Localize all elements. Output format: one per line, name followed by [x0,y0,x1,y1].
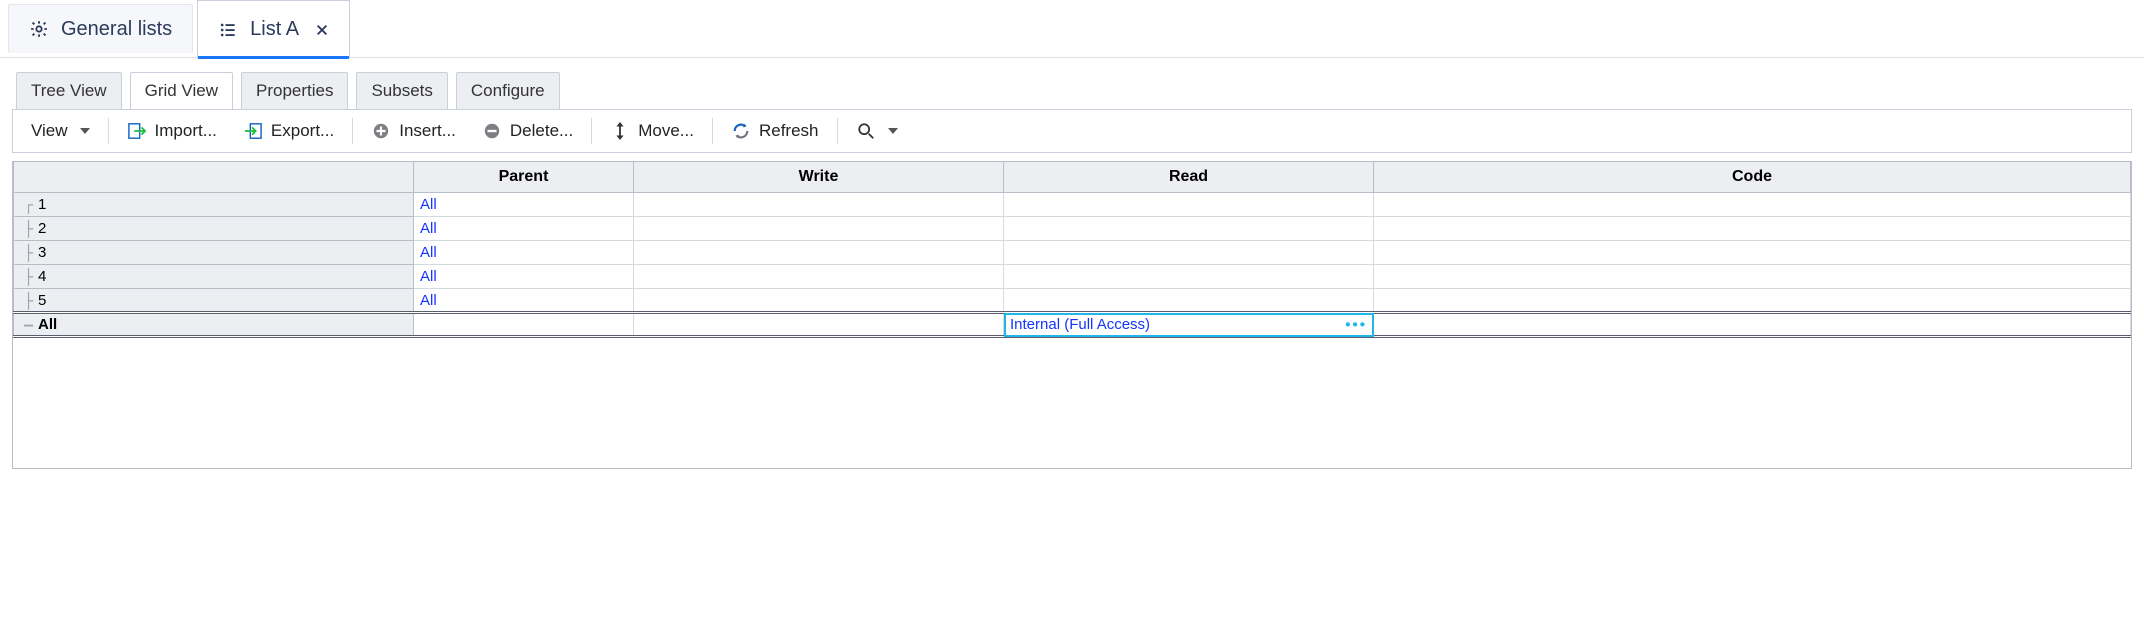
file-tab-general-lists[interactable]: General lists [8,4,193,53]
import-icon [127,121,147,141]
chevron-down-icon [888,128,898,134]
gear-icon [29,19,49,39]
grid-empty-area [13,338,2131,468]
cell-parent[interactable]: All [414,265,634,289]
cell-write[interactable] [634,289,1004,313]
separator [712,118,713,144]
col-write[interactable]: Write [634,162,1004,193]
chevron-down-icon [80,128,90,134]
view-menu[interactable]: View [21,117,100,145]
export-icon [243,121,263,141]
file-tab-list-a[interactable]: List A [197,0,350,58]
grid: Parent Write Read Code ┌1 All ├2 All [12,161,2132,469]
cell-code[interactable] [1374,265,2131,289]
cell-read[interactable] [1004,265,1374,289]
grid-row: ├3 All [14,241,2131,265]
tab-properties[interactable]: Properties [241,72,348,109]
cell-code[interactable] [1374,193,2131,217]
row-name[interactable]: ┌1 [14,193,414,217]
cell-code[interactable] [1374,289,2131,313]
row-name[interactable]: ├3 [14,241,414,265]
move-label: Move... [638,121,694,141]
cell-write[interactable] [634,193,1004,217]
cell-parent[interactable]: All [414,193,634,217]
tree-branch-icon: ├ [24,268,33,286]
minus-circle-icon [482,121,502,141]
col-read[interactable]: Read [1004,162,1374,193]
delete-button[interactable]: Delete... [472,117,583,145]
cell-code[interactable] [1374,241,2131,265]
export-label: Export... [271,121,334,141]
grid-row: ├4 All [14,265,2131,289]
cell-write[interactable] [634,217,1004,241]
separator [352,118,353,144]
row-name[interactable]: ├5 [14,289,414,313]
import-label: Import... [155,121,217,141]
delete-label: Delete... [510,121,573,141]
cell-write[interactable] [634,241,1004,265]
tree-branch-icon: ├ [24,244,33,262]
col-parent[interactable]: Parent [414,162,634,193]
refresh-button[interactable]: Refresh [721,117,829,145]
grid-header: Parent Write Read Code [14,162,2131,193]
move-button[interactable]: Move... [600,117,704,145]
grid-total-row: –All Internal (Full Access) ••• [14,313,2131,337]
refresh-label: Refresh [759,121,819,141]
cell-code[interactable] [1374,217,2131,241]
cell-parent[interactable]: All [414,217,634,241]
file-tab-label: General lists [61,18,172,41]
cell-parent[interactable]: All [414,241,634,265]
toolbar: View Import... Export... Insert... Delet… [12,109,2132,153]
file-tab-bar: General lists List A [0,0,2144,58]
move-vertical-icon [610,121,630,141]
cell-read[interactable] [1004,193,1374,217]
view-tab-bar: Tree View Grid View Properties Subsets C… [0,58,2144,109]
cell-read[interactable] [1004,217,1374,241]
grid-row: ┌1 All [14,193,2131,217]
tab-tree-view[interactable]: Tree View [16,72,122,109]
cell-write[interactable] [634,265,1004,289]
search-icon [856,121,876,141]
cell-write[interactable] [634,313,1004,337]
grid-row: ├5 All [14,289,2131,313]
col-name[interactable] [14,162,414,193]
tab-grid-view[interactable]: Grid View [130,72,233,109]
view-menu-label: View [31,121,68,141]
search-menu[interactable] [846,117,908,145]
separator [837,118,838,144]
plus-circle-icon [371,121,391,141]
tab-subsets[interactable]: Subsets [356,72,447,109]
insert-label: Insert... [399,121,456,141]
cell-read[interactable] [1004,289,1374,313]
import-button[interactable]: Import... [117,117,227,145]
tree-branch-icon: ├ [24,292,33,310]
cell-read[interactable]: Internal (Full Access) ••• [1004,313,1374,337]
row-name[interactable]: –All [14,313,414,337]
tree-branch-icon: ├ [24,220,33,238]
col-code[interactable]: Code [1374,162,2131,193]
file-tab-label: List A [250,18,299,41]
cell-parent[interactable] [414,313,634,337]
tree-branch-icon: ┌ [24,196,33,214]
cell-code[interactable] [1374,313,2131,337]
tree-collapse-icon[interactable]: – [24,316,33,334]
list-icon [218,20,238,40]
export-button[interactable]: Export... [233,117,344,145]
tab-configure[interactable]: Configure [456,72,560,109]
row-name[interactable]: ├2 [14,217,414,241]
separator [108,118,109,144]
grid-row: ├2 All [14,217,2131,241]
separator [591,118,592,144]
refresh-icon [731,121,751,141]
cell-read[interactable] [1004,241,1374,265]
cell-parent[interactable]: All [414,289,634,313]
cell-picker-icon[interactable]: ••• [1345,316,1367,333]
close-icon[interactable] [315,23,329,37]
row-name[interactable]: ├4 [14,265,414,289]
insert-button[interactable]: Insert... [361,117,466,145]
